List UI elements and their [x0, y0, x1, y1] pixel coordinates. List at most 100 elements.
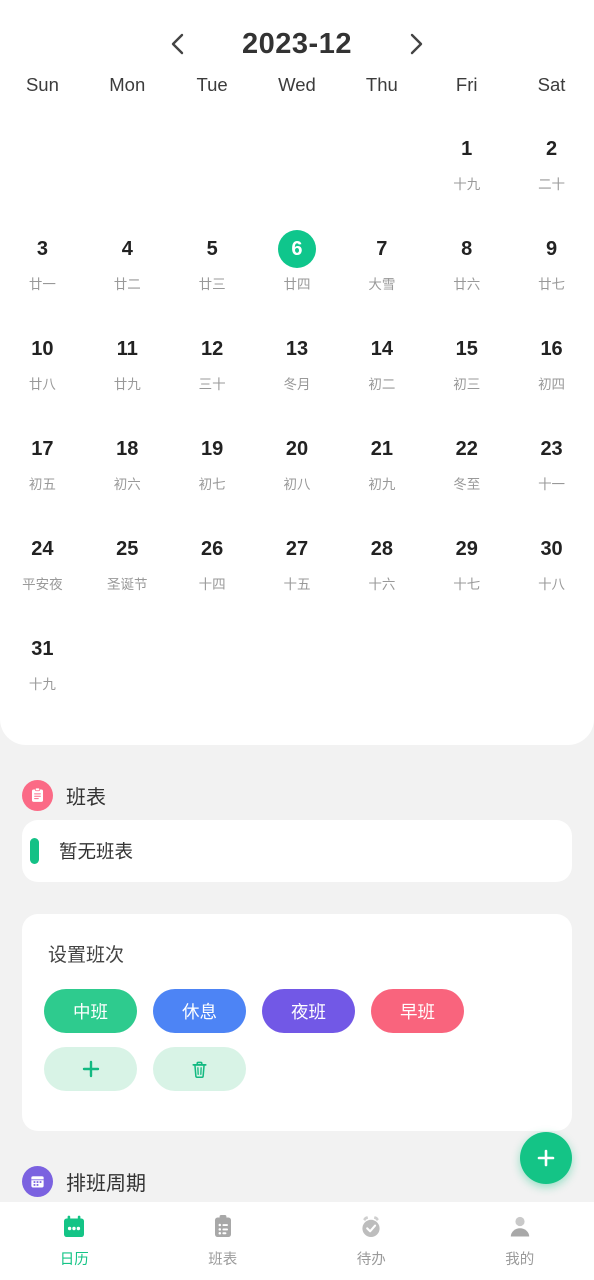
prev-month-button[interactable] — [161, 27, 195, 61]
day-cell[interactable]: 4 廿二 — [85, 222, 170, 322]
day-cell[interactable]: 11 廿九 — [85, 322, 170, 422]
day-cell — [85, 122, 170, 222]
nav-tab-mine[interactable]: 我的 — [446, 1213, 594, 1269]
day-cell[interactable]: 30 十八 — [509, 522, 594, 622]
day-cell[interactable]: 31 十九 — [0, 622, 85, 722]
day-cell[interactable]: 12 三十 — [170, 322, 255, 422]
nav-tab-calendar[interactable]: 日历 — [0, 1213, 149, 1269]
nav-tab-todo[interactable]: 待办 — [297, 1213, 446, 1269]
day-number: 24 — [31, 538, 54, 560]
shift-chip-zaoban[interactable]: 早班 — [371, 989, 464, 1033]
day-cell[interactable]: 14 初二 — [339, 322, 424, 422]
day-number: 11 — [116, 338, 138, 360]
day-cell[interactable]: 3 廿一 — [0, 222, 85, 322]
calendar-week-row: 24 平安夜 25 圣诞节 26 十四 27 十五 28 十六 29 十七 30… — [0, 522, 594, 622]
day-lunar: 十五 — [283, 577, 311, 592]
schedule-empty-text: 暂无班表 — [59, 841, 134, 862]
nav-tab-schedule[interactable]: 班表 — [149, 1213, 298, 1269]
day-cell[interactable]: 5 廿三 — [170, 222, 255, 322]
day-cell[interactable]: 8 廿六 — [424, 222, 509, 322]
day-lunar: 廿八 — [28, 377, 56, 392]
day-cell[interactable]: 10 廿八 — [0, 322, 85, 422]
shift-chip-xiuxi[interactable]: 休息 — [153, 989, 246, 1033]
day-lunar: 十一 — [538, 477, 566, 492]
bottom-navigation-bar: 日历 班表 待办 我的 — [0, 1202, 594, 1280]
day-lunar: 十九 — [28, 677, 56, 692]
weekday-label: Wed — [278, 74, 316, 95]
weekday-label: Mon — [109, 74, 146, 95]
day-cell[interactable]: 28 十六 — [339, 522, 424, 622]
day-lunar: 初二 — [368, 377, 396, 392]
day-number: 29 — [455, 538, 478, 560]
weekday-label: Fri — [455, 74, 478, 95]
day-number: 4 — [121, 238, 133, 260]
day-number — [193, 130, 231, 168]
day-lunar: 初四 — [538, 377, 566, 392]
day-number: 10 — [31, 338, 54, 360]
day-cell[interactable]: 21 初九 — [339, 422, 424, 522]
nav-tab-mine-label: 我的 — [505, 1252, 535, 1268]
day-cell[interactable]: 19 初七 — [170, 422, 255, 522]
day-lunar: 廿一 — [28, 277, 56, 292]
schedule-section-header: 班表 — [0, 770, 594, 820]
day-number: 7 — [376, 238, 388, 260]
next-month-button[interactable] — [399, 27, 433, 61]
day-cell — [255, 122, 340, 222]
day-number — [108, 630, 146, 668]
day-cell[interactable]: 15 初三 — [424, 322, 509, 422]
day-lunar: 廿二 — [113, 277, 141, 292]
shift-chip-row: 中班 休息 夜班 早班 — [44, 989, 550, 1033]
day-lunar: 十八 — [538, 577, 566, 592]
day-cell[interactable]: 16 初四 — [509, 322, 594, 422]
day-cell[interactable]: 2 二十 — [509, 122, 594, 222]
page-title: 2023-12 — [242, 27, 352, 60]
day-number: 16 — [540, 338, 563, 360]
day-number — [448, 630, 486, 668]
accent-marker — [30, 838, 39, 864]
day-lunar: 十六 — [368, 577, 396, 592]
day-cell[interactable]: 29 十七 — [424, 522, 509, 622]
person-icon — [510, 1216, 529, 1237]
schedule-empty-row[interactable]: 暂无班表 — [22, 820, 572, 882]
shift-chip-yeban[interactable]: 夜班 — [262, 989, 355, 1033]
add-shift-button[interactable] — [44, 1047, 137, 1091]
day-cell — [424, 622, 509, 722]
calendar-week-row: 3 廿一 4 廿二 5 廿三 6 廿四 7 大雪 8 廿六 9 廿七 — [0, 222, 594, 322]
day-number: 27 — [285, 538, 309, 560]
day-cell-selected[interactable]: 6 廿四 — [255, 222, 340, 322]
plus-icon — [82, 1060, 99, 1078]
day-lunar: 冬月 — [283, 377, 311, 392]
day-lunar: 初八 — [283, 477, 311, 492]
day-cell[interactable]: 24 平安夜 — [0, 522, 85, 622]
day-cell[interactable]: 20 初八 — [255, 422, 340, 522]
day-number: 18 — [116, 438, 139, 460]
day-number — [533, 630, 571, 668]
day-number: 3 — [36, 238, 48, 260]
day-cell[interactable]: 27 十五 — [255, 522, 340, 622]
day-cell[interactable]: 25 圣诞节 — [85, 522, 170, 622]
day-lunar: 初六 — [113, 477, 141, 492]
day-lunar: 廿九 — [113, 377, 141, 392]
day-cell[interactable]: 9 廿七 — [509, 222, 594, 322]
delete-shift-button[interactable] — [153, 1047, 246, 1091]
shift-chip-zhongban[interactable]: 中班 — [44, 989, 137, 1033]
nav-tab-schedule-label: 班表 — [208, 1252, 238, 1268]
day-cell[interactable]: 7 大雪 — [339, 222, 424, 322]
day-cell[interactable]: 26 十四 — [170, 522, 255, 622]
calendar-week-row: 1 十九 2 二十 — [0, 122, 594, 222]
day-number: 13 — [285, 338, 309, 360]
shift-action-row — [44, 1047, 550, 1091]
calendar-week-row: 10 廿八 11 廿九 12 三十 13 冬月 14 初二 15 初三 16 初… — [0, 322, 594, 422]
day-lunar: 三十 — [198, 377, 226, 392]
day-cell[interactable]: 23 十一 — [509, 422, 594, 522]
day-lunar: 廿三 — [198, 277, 226, 292]
day-cell[interactable]: 1 十九 — [424, 122, 509, 222]
shift-settings-card: 设置班次 中班 休息 夜班 早班 — [22, 914, 572, 1131]
day-number: 17 — [31, 438, 54, 460]
day-cell[interactable]: 22 冬至 — [424, 422, 509, 522]
day-cell[interactable]: 17 初五 — [0, 422, 85, 522]
day-cell[interactable]: 13 冬月 — [255, 322, 340, 422]
add-floating-action-button[interactable] — [520, 1132, 572, 1184]
schedule-empty-card[interactable]: 暂无班表 — [22, 820, 572, 882]
day-cell[interactable]: 18 初六 — [85, 422, 170, 522]
